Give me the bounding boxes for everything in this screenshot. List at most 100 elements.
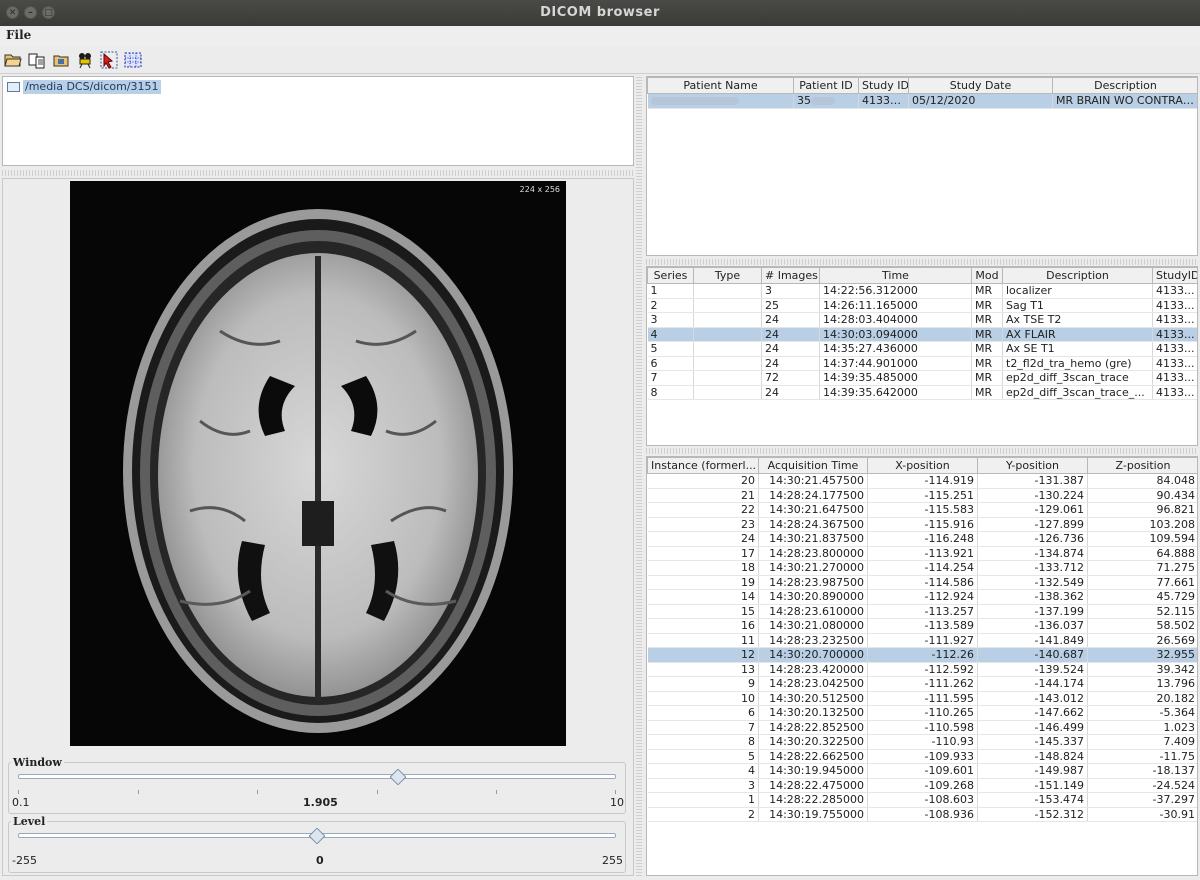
mri-image[interactable]: 224 x 256: [70, 181, 566, 746]
tree-path-item[interactable]: /media DCS/dicom/3151: [23, 80, 161, 94]
table-row[interactable]: 4 14:30:19.945000 -109.601 -149.987 -18.137: [647, 763, 1197, 779]
menu-file[interactable]: File: [6, 28, 31, 42]
table-row[interactable]: 1 3 14:22:56.312000 MR localizer 4133...: [647, 283, 1197, 299]
redacted-patient-name: [650, 97, 739, 106]
table-row[interactable]: 7 72 14:39:35.485000 MR ep2d_diff_3scan_trac…: [647, 370, 1197, 386]
patients-header-3[interactable]: Study Date: [908, 77, 1053, 94]
series-header-3[interactable]: Time: [819, 267, 972, 284]
table-row[interactable]: 7 14:28:22.852500 -110.598 -146.499 1.023: [647, 720, 1197, 735]
table-row[interactable]: 5 24 14:35:27.436000 MR Ax SE T1 4133...: [647, 341, 1197, 357]
table-cell: 24: [761, 385, 820, 400]
table-cell: 25: [761, 298, 820, 313]
tick: [615, 790, 616, 794]
table-row[interactable]: 2 14:30:19.755000 -108.936 -152.312 -30.91: [647, 807, 1197, 822]
table-cell: 4: [647, 763, 759, 779]
table-cell: -114.586: [867, 575, 978, 590]
series-header-0[interactable]: Series: [647, 267, 694, 284]
table-row[interactable]: 17 14:28:23.800000 -113.921 -134.874 64.888: [647, 546, 1197, 561]
window-min-label: 0.1: [12, 796, 30, 809]
patient-table-panel: Patient Name Patient ID Study ID Study Date…: [646, 76, 1198, 256]
table-row[interactable]: 35 41331... 05/12/2020 MR BRAIN WO CONTRAST: [647, 93, 1197, 109]
open-folder-icon[interactable]: [4, 51, 22, 69]
table-row[interactable]: 21 14:28:24.177500 -115.251 -130.224 90.434: [647, 488, 1197, 503]
copy-icon[interactable]: [28, 51, 46, 69]
table-row[interactable]: 3 14:28:22.475000 -109.268 -151.149 -24.524: [647, 778, 1197, 793]
select-region-icon[interactable]: [124, 51, 142, 69]
main-splitter[interactable]: [636, 76, 642, 876]
table-row[interactable]: 12 14:30:20.700000 -112.26 -140.687 32.955: [647, 647, 1197, 663]
table-cell: MR: [971, 298, 1003, 313]
open-file-icon[interactable]: [52, 51, 70, 69]
table-row[interactable]: 9 14:28:23.042500 -111.262 -144.174 13.796: [647, 676, 1197, 692]
table-cell: -143.012: [977, 691, 1088, 706]
maximize-icon[interactable]: □: [42, 6, 55, 19]
instances-header-2[interactable]: X-position: [867, 457, 978, 474]
instances-header-1[interactable]: Acquisition Time: [758, 457, 868, 474]
table-row[interactable]: 2 25 14:26:11.165000 MR Sag T1 4133...: [647, 298, 1197, 313]
window-max-label: 10: [610, 796, 624, 809]
select-icon[interactable]: [100, 51, 118, 69]
table-cell: 14:30:21.080000: [758, 618, 868, 634]
table-row[interactable]: 18 14:30:21.270000 -114.254 -133.712 71.275: [647, 560, 1197, 576]
table-row[interactable]: 15 14:28:23.610000 -113.257 -137.199 52.115: [647, 604, 1197, 619]
table-row[interactable]: 14 14:30:20.890000 -112.924 -138.362 45.729: [647, 589, 1197, 605]
camera-icon[interactable]: [76, 51, 94, 69]
table-row[interactable]: 10 14:30:20.512500 -111.595 -143.012 20.182: [647, 691, 1197, 706]
table-row[interactable]: 8 14:30:20.322500 -110.93 -145.337 7.409: [647, 734, 1197, 750]
instances-header-4[interactable]: Z-position: [1087, 457, 1197, 474]
right-splitter-bottom[interactable]: [646, 448, 1198, 454]
patients-header-2[interactable]: Study ID: [858, 77, 909, 94]
series-header-5[interactable]: Description: [1002, 267, 1153, 284]
patients-header-4[interactable]: Description: [1052, 77, 1197, 94]
table-row[interactable]: 6 24 14:37:44.901000 MR t2_fl2d_tra_hemo (gr…: [647, 356, 1197, 371]
table-row[interactable]: 20 14:30:21.457500 -114.919 -131.387 84.048: [647, 473, 1197, 489]
table-row[interactable]: 23 14:28:24.367500 -115.916 -127.899 103.208: [647, 517, 1197, 532]
table-cell: 14:39:35.642000: [819, 385, 972, 400]
table-row[interactable]: 16 14:30:21.080000 -113.589 -136.037 58.502: [647, 618, 1197, 634]
table-row[interactable]: 11 14:28:23.232500 -111.927 -141.849 26.569: [647, 633, 1197, 648]
left-splitter[interactable]: [2, 170, 634, 176]
right-splitter-top[interactable]: [646, 259, 1198, 265]
table-cell: -131.387: [977, 473, 1088, 489]
instances-header-0[interactable]: Instance (formerl...: [647, 457, 759, 474]
table-cell: 11: [647, 633, 759, 648]
table-row[interactable]: 1 14:28:22.285000 -108.603 -153.474 -37.297: [647, 792, 1197, 808]
brain-slice-image: [70, 181, 566, 746]
table-cell: MR: [971, 370, 1003, 386]
series-header-6[interactable]: StudyID: [1152, 267, 1197, 284]
table-cell: -130.224: [977, 488, 1088, 503]
minimize-icon[interactable]: –: [24, 6, 37, 19]
table-cell: MR: [971, 385, 1003, 400]
table-cell: MR: [971, 327, 1003, 342]
table-cell: 14:30:20.132500: [758, 705, 868, 721]
instance-table: Instance (formerl... Acquisition Time X-po…: [647, 457, 1197, 822]
table-row[interactable]: 4 24 14:30:03.094000 MR AX FLAIR 4133...: [647, 327, 1197, 342]
window-slider-track[interactable]: [18, 774, 616, 779]
table-cell: -18.137: [1087, 763, 1197, 779]
table-cell: 77.661: [1087, 575, 1197, 590]
table-cell: 71.275: [1087, 560, 1197, 576]
table-cell: Ax TSE T2: [1002, 312, 1153, 328]
table-row[interactable]: 13 14:28:23.420000 -112.592 -139.524 39.342: [647, 662, 1197, 677]
table-cell: -148.824: [977, 749, 1088, 764]
series-header-2[interactable]: # Images: [761, 267, 820, 284]
table-row[interactable]: 6 14:30:20.132500 -110.265 -147.662 -5.364: [647, 705, 1197, 721]
table-row[interactable]: 8 24 14:39:35.642000 MR ep2d_diff_3scan_trac…: [647, 385, 1197, 400]
table-row[interactable]: 3 24 14:28:03.404000 MR Ax TSE T2 4133...: [647, 312, 1197, 328]
table-cell: 4: [647, 327, 694, 342]
table-cell: 14:37:44.901000: [819, 356, 972, 371]
table-cell: 14:28:03.404000: [819, 312, 972, 328]
instances-header-3[interactable]: Y-position: [977, 457, 1088, 474]
table-cell: -111.262: [867, 676, 978, 692]
series-header-4[interactable]: Mod: [971, 267, 1003, 284]
table-cell: -109.268: [867, 778, 978, 793]
table-row[interactable]: 24 14:30:21.837500 -116.248 -126.736 109.594: [647, 531, 1197, 547]
patients-header-0[interactable]: Patient Name: [647, 77, 794, 94]
table-row[interactable]: 22 14:30:21.647500 -115.583 -129.061 96.821: [647, 502, 1197, 518]
patients-header-1[interactable]: Patient ID: [793, 77, 859, 94]
image-dimensions-label: 224 x 256: [519, 185, 560, 194]
table-row[interactable]: 19 14:28:23.987500 -114.586 -132.549 77.661: [647, 575, 1197, 590]
series-header-1[interactable]: Type: [693, 267, 762, 284]
table-row[interactable]: 5 14:28:22.662500 -109.933 -148.824 -11.75: [647, 749, 1197, 764]
close-icon[interactable]: ✕: [6, 6, 19, 19]
